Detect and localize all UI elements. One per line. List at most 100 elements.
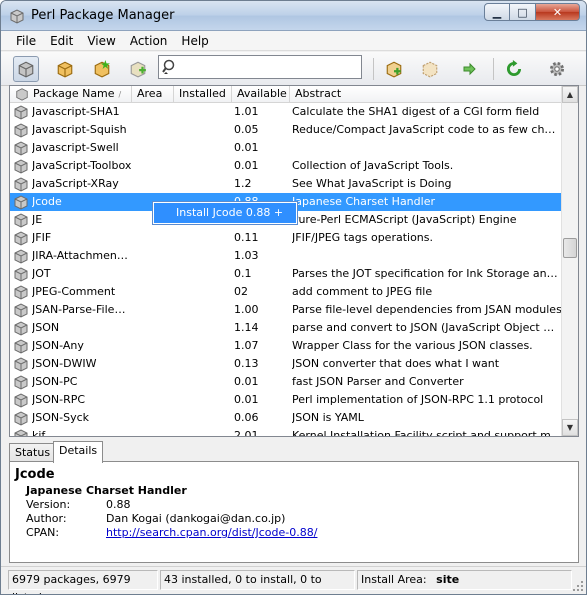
table-row[interactable]: JOT 0.1 Parses the JOT specification for I…: [10, 265, 563, 283]
status-install-area: Install Area: site: [357, 570, 572, 590]
table-row[interactable]: JSON 1.14 parse and convert to JSON (JavaS…: [10, 319, 563, 337]
tab-details[interactable]: Details: [53, 441, 104, 463]
mark-remove-button[interactable]: [417, 56, 443, 82]
details-package-name: Jcode: [15, 467, 55, 482]
package-icon: [14, 375, 28, 390]
install-popup-menu-item[interactable]: Install Jcode 0.88 +: [152, 201, 298, 225]
column-header-installed[interactable]: Installed: [174, 86, 232, 103]
table-row[interactable]: Javascript-SHA1 1.01 Calculate the SHA1 di…: [10, 103, 563, 121]
cell-package-name: JE: [32, 213, 43, 226]
table-row[interactable]: JSON-PC 0.01 fast JSON Parser and Converte…: [10, 373, 563, 391]
package-icon: [14, 321, 28, 336]
title-bar[interactable]: Perl Package Manager ▁ □ ✕: [1, 1, 586, 31]
table-row[interactable]: JIRA-Attachment-Extract 1.03: [10, 247, 563, 265]
scroll-down-button[interactable]: ▼: [562, 419, 578, 436]
scroll-thumb[interactable]: [563, 238, 577, 258]
package-icon: [14, 393, 28, 408]
menu-view[interactable]: View: [80, 31, 122, 50]
mark-install-button[interactable]: [381, 56, 407, 82]
view-installed-button[interactable]: [52, 56, 78, 82]
package-icon: [14, 411, 28, 426]
menu-help[interactable]: Help: [174, 31, 215, 50]
table-row[interactable]: Javascript-Swell 0.01: [10, 139, 563, 157]
cell-package-name: JSON-Syck: [32, 411, 89, 424]
scroll-up-button[interactable]: ▲: [562, 86, 578, 103]
close-icon: ✕: [552, 5, 563, 19]
preferences-button[interactable]: [544, 56, 570, 82]
run-actions-button[interactable]: [501, 56, 527, 82]
table-row[interactable]: JPEG-Comment 02 add comment to JPEG file: [10, 283, 563, 301]
resize-grip-icon[interactable]: [572, 580, 584, 592]
cell-available: 2.01: [234, 429, 259, 437]
column-header-name[interactable]: Package Name /: [10, 86, 132, 103]
package-icon: [14, 285, 28, 300]
mark-upgrade-button[interactable]: [456, 56, 482, 82]
menu-edit[interactable]: Edit: [43, 31, 80, 50]
list-header: Package Name / Area Installed Available A…: [10, 86, 563, 103]
package-icon: [14, 231, 28, 246]
details-cpan-link[interactable]: http://search.cpan.org/dist/Jcode-0.88/: [106, 526, 317, 539]
column-header-abstract[interactable]: Abstract: [290, 86, 563, 103]
table-row[interactable]: Javascript-Squish 0.05 Reduce/Compact Java…: [10, 121, 563, 139]
column-label-area: Area: [137, 87, 163, 100]
column-label-installed: Installed: [179, 87, 226, 100]
cell-abstract: Kernel Installation Facility script and …: [292, 429, 562, 437]
cell-available: 1.14: [234, 321, 259, 334]
package-list[interactable]: Package Name / Area Installed Available A…: [9, 85, 579, 437]
view-modified-button[interactable]: [125, 56, 151, 82]
cell-abstract: JSON converter that does what I want: [292, 357, 500, 370]
table-row[interactable]: JSON-Syck 0.06 JSON is YAML: [10, 409, 563, 427]
chevron-up-icon: ▲: [566, 90, 574, 99]
cell-package-name: JSON-DWIW: [32, 357, 97, 370]
install-area-value: site: [436, 573, 460, 586]
cell-available: 0.01: [234, 393, 259, 406]
cell-abstract: Collection of JavaScript Tools.: [292, 159, 454, 172]
vertical-scrollbar[interactable]: ▲ ▼: [561, 86, 578, 436]
table-row[interactable]: kif 2.01 Kernel Installation Facility scri…: [10, 427, 563, 437]
details-author-value: Dan Kogai (dankogai@dan.co.jp): [106, 512, 286, 525]
menu-action[interactable]: Action: [123, 31, 175, 50]
status-bar: 6979 packages, 6979 listed 43 installed,…: [1, 566, 586, 594]
view-all-packages-button[interactable]: [13, 56, 39, 82]
close-button[interactable]: ✕: [536, 3, 580, 21]
minimize-button[interactable]: ▁: [484, 3, 510, 21]
cell-available: 0.1: [234, 267, 252, 280]
cell-package-name: JSON-Any: [32, 339, 84, 352]
cell-abstract: Calculate the SHA1 digest of a CGI form …: [292, 105, 540, 118]
table-row[interactable]: JSAN-Parse-FileDeps 1.00 Parse file-level …: [10, 301, 563, 319]
cell-abstract: Wrapper Class for the various JSON class…: [292, 339, 533, 352]
column-header-area[interactable]: Area: [132, 86, 174, 103]
package-icon: [14, 267, 28, 282]
cell-package-name: JSON-RPC: [32, 393, 86, 406]
package-icon: [14, 213, 28, 228]
search-field[interactable]: [158, 55, 362, 79]
tab-status[interactable]: Status: [9, 443, 57, 463]
cell-package-name: Javascript-Swell: [32, 141, 119, 154]
table-row[interactable]: JSON-DWIW 0.13 JSON converter that does wh…: [10, 355, 563, 373]
table-row[interactable]: JFIF 0.11 JFIF/JPEG tags operations.: [10, 229, 563, 247]
package-icon: [14, 105, 28, 120]
table-row[interactable]: JSON-RPC 0.01 Perl implementation of JSON-…: [10, 391, 563, 409]
table-row[interactable]: JavaScript-Toolbox 0.01 Collection of Java…: [10, 157, 563, 175]
menu-file[interactable]: File: [9, 31, 43, 50]
cell-package-name: JFIF: [32, 231, 52, 244]
view-upgradable-button[interactable]: [89, 56, 115, 82]
cell-abstract: Parse file-level dependencies from JSAN …: [292, 303, 562, 316]
column-label-available: Available: [237, 87, 287, 100]
package-icon: [16, 88, 28, 101]
cell-available: 0.01: [234, 141, 259, 154]
upgradable-packages-icon: [94, 60, 110, 78]
table-row[interactable]: JavaScript-XRay 1.2 See What JavaScript is…: [10, 175, 563, 193]
modified-packages-icon: [130, 61, 146, 78]
column-header-available[interactable]: Available: [232, 86, 290, 103]
cell-package-name: JIRA-Attachment-Extract: [32, 249, 132, 262]
maximize-button[interactable]: □: [510, 3, 536, 21]
details-panel: Jcode Japanese Charset Handler Version: …: [9, 461, 579, 563]
installed-packages-icon: [57, 61, 73, 78]
details-abstract: Japanese Charset Handler: [26, 484, 187, 497]
details-version-value: 0.88: [106, 498, 131, 511]
cell-package-name: JSAN-Parse-FileDeps: [32, 303, 132, 316]
table-row[interactable]: JSON-Any 1.07 Wrapper Class for the variou…: [10, 337, 563, 355]
details-author-label: Author:: [26, 512, 67, 525]
cell-package-name: JSON: [32, 321, 60, 334]
